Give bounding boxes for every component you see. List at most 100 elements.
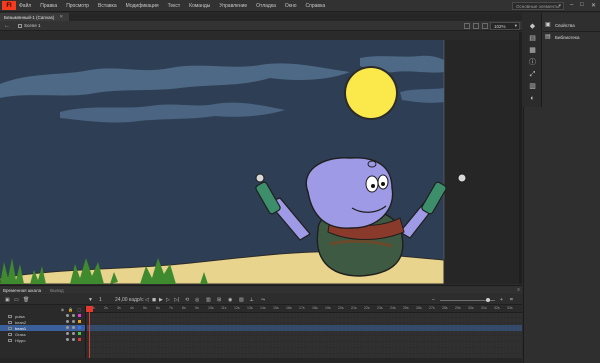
new-folder-icon[interactable]: ▭: [14, 297, 19, 303]
close-window-button[interactable]: ✕: [591, 2, 596, 9]
camera-icon[interactable]: ◉: [228, 297, 232, 303]
layer-color-swatch[interactable]: [78, 314, 81, 317]
menu-view[interactable]: Просмотр: [66, 3, 89, 9]
ruler-label: 13s: [247, 306, 253, 310]
workspace-switcher[interactable]: Основные элементы ▾: [512, 2, 564, 10]
menu-control[interactable]: Управление: [219, 3, 247, 9]
info-tool-icon[interactable]: ⓘ: [528, 59, 537, 66]
menu-modify[interactable]: Модификация: [126, 3, 159, 9]
menu-window[interactable]: Окно: [285, 3, 297, 9]
step-forward-icon[interactable]: ▷: [166, 297, 170, 303]
loop-icon[interactable]: ⟲: [185, 297, 189, 303]
layer-icon: [8, 314, 12, 318]
layer-color-swatch[interactable]: [78, 332, 81, 335]
scene-icon: [18, 23, 22, 28]
layer-icon: [8, 326, 12, 330]
menu-debug[interactable]: Отладка: [256, 3, 276, 9]
tween-icon[interactable]: ⤳: [261, 297, 265, 303]
timeline-zoom-handle[interactable]: [486, 298, 490, 302]
new-layer-icon[interactable]: ▣: [5, 297, 10, 303]
playhead-handle[interactable]: [86, 306, 93, 312]
transform-tool-icon[interactable]: ⤢: [528, 71, 537, 78]
lock-dot[interactable]: [72, 332, 75, 335]
parent-view-icon[interactable]: ⟂: [250, 297, 253, 303]
align-tool-icon[interactable]: ▥: [528, 83, 537, 90]
onion-skin-icon[interactable]: ◎: [195, 297, 199, 303]
ruler-label: 18s: [312, 306, 318, 310]
close-icon[interactable]: ✕: [59, 14, 63, 20]
scene-label: Scene 1: [24, 23, 41, 28]
edit-multiple-frames-icon[interactable]: ▥: [206, 297, 211, 303]
clip-stage-icon[interactable]: [482, 23, 488, 29]
menu-text[interactable]: Текст: [168, 3, 181, 9]
layer-color-swatch[interactable]: [78, 338, 81, 341]
lock-dot[interactable]: [72, 338, 75, 341]
menu-edit[interactable]: Правка: [40, 3, 57, 9]
zoom-out-timeline-icon[interactable]: –: [432, 297, 435, 303]
stage-area[interactable]: [0, 32, 522, 284]
ruler-label: 24s: [390, 306, 396, 310]
lock-dot[interactable]: [72, 320, 75, 323]
lock-dot[interactable]: [72, 314, 75, 317]
menu-help[interactable]: Справка: [306, 3, 326, 9]
frames-svg: [87, 313, 522, 363]
stop-icon[interactable]: ◼: [152, 297, 156, 303]
ruler-label: 23s: [377, 306, 383, 310]
menu-file[interactable]: Файл: [19, 3, 31, 9]
layer-color-swatch[interactable]: [78, 326, 81, 329]
ruler-label: 22s: [364, 306, 370, 310]
menu-commands[interactable]: Команды: [189, 3, 210, 9]
zoom-in-timeline-icon[interactable]: +: [500, 297, 503, 303]
ruler-label: 2s: [104, 306, 108, 310]
zoom-value: 102%: [494, 23, 506, 29]
center-frame-icon[interactable]: ⊞: [217, 297, 221, 303]
panel-menu-icon[interactable]: ≡: [517, 287, 520, 293]
frames-grid[interactable]: 1s2s3s4s5s6s7s8s9s10s11s12s13s14s15s16s1…: [87, 306, 522, 363]
layer-row[interactable]: Hippo: [0, 337, 85, 343]
lock-all-icon[interactable]: 🔒: [68, 307, 73, 312]
outline-all-icon[interactable]: ▢: [77, 307, 81, 312]
tab-output[interactable]: Вывод: [47, 288, 70, 293]
play-icon[interactable]: ▶: [159, 297, 163, 303]
library-panel-tab[interactable]: ▤ Библиотека: [545, 32, 600, 42]
shapes-tool-icon[interactable]: ▤: [528, 35, 537, 42]
ruler-label: 27s: [429, 306, 435, 310]
fps-readout[interactable]: 24,00 кадр/с: [115, 297, 144, 303]
show-hide-all-icon[interactable]: ◉: [61, 307, 65, 312]
color-tool-icon[interactable]: ◐: [528, 95, 537, 102]
playhead-marker-icon: ▼: [88, 297, 93, 303]
zoom-select[interactable]: 102% ▾: [490, 22, 520, 30]
stage-canvas[interactable]: [0, 32, 522, 284]
layer-depth-icon[interactable]: ▧: [239, 297, 244, 303]
edit-scene-icon[interactable]: [473, 23, 479, 29]
menu-insert[interactable]: Вставка: [98, 3, 117, 9]
properties-panel-tab[interactable]: ▣ Свойства: [545, 20, 600, 30]
stage-vertical-scrollbar[interactable]: [519, 32, 522, 284]
scene-breadcrumb[interactable]: Scene 1: [18, 23, 41, 28]
back-arrow-icon[interactable]: ←: [4, 23, 10, 29]
ruler-label: 20s: [338, 306, 344, 310]
delete-layer-icon[interactable]: 🗑: [23, 297, 29, 303]
timeline-horizontal-scrollbar[interactable]: [0, 358, 522, 363]
layer-color-swatch[interactable]: [78, 320, 81, 323]
selection-tool-icon[interactable]: ◆: [528, 23, 537, 30]
lock-dot[interactable]: [72, 326, 75, 329]
playhead[interactable]: [89, 306, 90, 363]
minimize-button[interactable]: –: [570, 2, 573, 8]
step-back-icon[interactable]: ◁: [145, 297, 149, 303]
document-tab[interactable]: Безымянный-1 (Canvas) ✕: [0, 13, 70, 21]
ruler-label: 26s: [416, 306, 422, 310]
edit-symbols-icon[interactable]: [464, 23, 470, 29]
tab-timeline[interactable]: Временная шкала: [0, 288, 47, 293]
last-frame-icon[interactable]: ▷|: [174, 297, 179, 303]
library-tool-icon[interactable]: ▦: [528, 47, 537, 54]
visibility-dot[interactable]: [66, 338, 69, 341]
fit-timeline-icon[interactable]: ⌗: [510, 297, 513, 303]
visibility-dot[interactable]: [66, 314, 69, 317]
moon: [346, 68, 396, 118]
timeline-ruler[interactable]: 1s2s3s4s5s6s7s8s9s10s11s12s13s14s15s16s1…: [87, 306, 522, 313]
visibility-dot[interactable]: [66, 332, 69, 335]
maximize-button[interactable]: □: [580, 2, 584, 8]
visibility-dot[interactable]: [66, 320, 69, 323]
visibility-dot[interactable]: [66, 326, 69, 329]
